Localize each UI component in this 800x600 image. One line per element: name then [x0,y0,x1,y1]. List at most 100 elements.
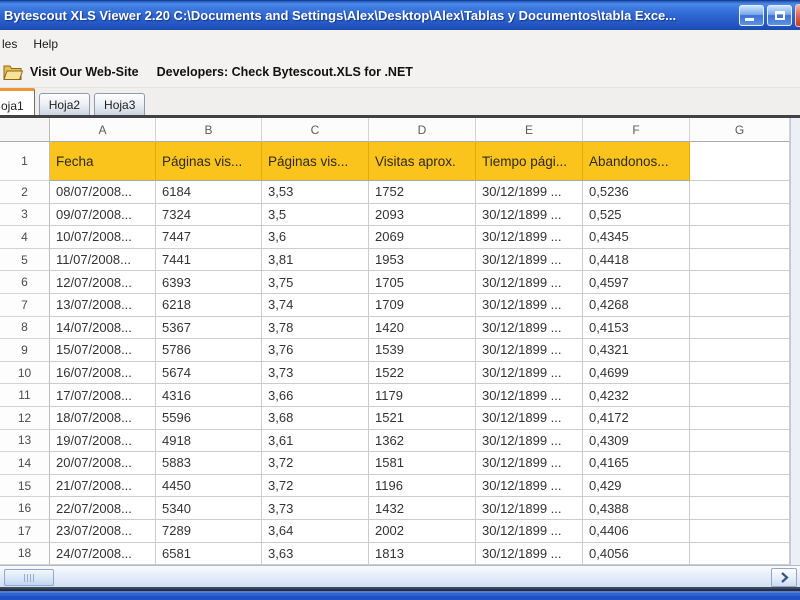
scroll-right-button[interactable] [771,568,797,587]
data-cell-D5[interactable]: 1953 [369,249,476,272]
data-cell-D11[interactable]: 1179 [369,384,476,407]
data-cell-C15[interactable]: 3,72 [262,475,369,498]
data-cell-E13[interactable]: 30/12/1899 ... [476,430,583,453]
row-number-15[interactable]: 15 [0,475,50,498]
data-cell-D15[interactable]: 1196 [369,475,476,498]
data-cell-D3[interactable]: 2093 [369,204,476,227]
header-cell-B1[interactable]: Páginas vis... [156,142,262,181]
data-cell-F12[interactable]: 0,4172 [583,407,690,430]
data-cell-A9[interactable]: 15/07/2008... [50,339,156,362]
data-cell-A12[interactable]: 18/07/2008... [50,407,156,430]
data-cell-D7[interactable]: 1709 [369,294,476,317]
close-button[interactable] [795,4,800,27]
data-cell-F5[interactable]: 0,4418 [583,249,690,272]
data-cell-A4[interactable]: 10/07/2008... [50,226,156,249]
sheet-tab-2[interactable]: Hoja2 [39,93,90,115]
data-cell-E17[interactable]: 30/12/1899 ... [476,520,583,543]
data-cell-A8[interactable]: 14/07/2008... [50,317,156,340]
data-cell-G11[interactable] [690,384,790,407]
data-cell-G10[interactable] [690,362,790,385]
data-cell-C2[interactable]: 3,53 [262,181,369,204]
data-cell-A16[interactable]: 22/07/2008... [50,497,156,520]
data-cell-E18[interactable]: 30/12/1899 ... [476,543,583,566]
data-cell-E15[interactable]: 30/12/1899 ... [476,475,583,498]
data-cell-E11[interactable]: 30/12/1899 ... [476,384,583,407]
data-cell-C3[interactable]: 3,5 [262,204,369,227]
data-cell-B12[interactable]: 5596 [156,407,262,430]
row-number-3[interactable]: 3 [0,204,50,227]
data-cell-B4[interactable]: 7447 [156,226,262,249]
data-cell-B9[interactable]: 5786 [156,339,262,362]
data-cell-E14[interactable]: 30/12/1899 ... [476,452,583,475]
data-cell-F4[interactable]: 0,4345 [583,226,690,249]
data-cell-B14[interactable]: 5883 [156,452,262,475]
developers-link[interactable]: Developers: Check Bytescout.XLS for .NET [157,65,413,79]
data-cell-F9[interactable]: 0,4321 [583,339,690,362]
data-cell-E16[interactable]: 30/12/1899 ... [476,497,583,520]
data-cell-D10[interactable]: 1522 [369,362,476,385]
data-cell-F15[interactable]: 0,429 [583,475,690,498]
data-cell-F11[interactable]: 0,4232 [583,384,690,407]
data-cell-G14[interactable] [690,452,790,475]
data-cell-C10[interactable]: 3,73 [262,362,369,385]
data-cell-G4[interactable] [690,226,790,249]
data-cell-F6[interactable]: 0,4597 [583,271,690,294]
data-cell-A17[interactable]: 23/07/2008... [50,520,156,543]
row-number-7[interactable]: 7 [0,294,50,317]
data-cell-E6[interactable]: 30/12/1899 ... [476,271,583,294]
data-cell-G6[interactable] [690,271,790,294]
data-cell-G17[interactable] [690,520,790,543]
data-cell-A2[interactable]: 08/07/2008... [50,181,156,204]
data-cell-G3[interactable] [690,204,790,227]
column-header-E[interactable]: E [476,118,583,142]
data-cell-C7[interactable]: 3,74 [262,294,369,317]
scrollbar-thumb[interactable] [4,569,54,586]
data-cell-C5[interactable]: 3,81 [262,249,369,272]
data-cell-G12[interactable] [690,407,790,430]
data-cell-B2[interactable]: 6184 [156,181,262,204]
minimize-button[interactable] [739,5,764,26]
row-number-11[interactable]: 11 [0,384,50,407]
data-cell-D14[interactable]: 1581 [369,452,476,475]
data-cell-B17[interactable]: 7289 [156,520,262,543]
menu-item-files[interactable]: les [0,30,25,57]
data-cell-D12[interactable]: 1521 [369,407,476,430]
data-cell-C16[interactable]: 3,73 [262,497,369,520]
header-cell-F1[interactable]: Abandonos... [583,142,690,181]
data-cell-B8[interactable]: 5367 [156,317,262,340]
data-cell-G15[interactable] [690,475,790,498]
row-number-12[interactable]: 12 [0,407,50,430]
row-number-4[interactable]: 4 [0,226,50,249]
header-cell-A1[interactable]: Fecha [50,142,156,181]
data-cell-D4[interactable]: 2069 [369,226,476,249]
data-cell-C18[interactable]: 3,63 [262,543,369,566]
row-number-1[interactable]: 1 [0,142,50,181]
data-cell-E4[interactable]: 30/12/1899 ... [476,226,583,249]
data-cell-C8[interactable]: 3,78 [262,317,369,340]
data-cell-E7[interactable]: 30/12/1899 ... [476,294,583,317]
row-number-5[interactable]: 5 [0,249,50,272]
data-cell-B11[interactable]: 4316 [156,384,262,407]
column-header-D[interactable]: D [369,118,476,142]
data-cell-A6[interactable]: 12/07/2008... [50,271,156,294]
vertical-scrollbar[interactable] [790,118,800,565]
row-number-14[interactable]: 14 [0,452,50,475]
data-cell-B5[interactable]: 7441 [156,249,262,272]
data-cell-C6[interactable]: 3,75 [262,271,369,294]
data-cell-E5[interactable]: 30/12/1899 ... [476,249,583,272]
data-cell-E12[interactable]: 30/12/1899 ... [476,407,583,430]
data-cell-F2[interactable]: 0,5236 [583,181,690,204]
data-cell-E2[interactable]: 30/12/1899 ... [476,181,583,204]
open-folder-icon[interactable] [3,64,23,81]
data-cell-A14[interactable]: 20/07/2008... [50,452,156,475]
data-cell-A13[interactable]: 19/07/2008... [50,430,156,453]
data-cell-F13[interactable]: 0,4309 [583,430,690,453]
data-cell-D17[interactable]: 2002 [369,520,476,543]
data-cell-E10[interactable]: 30/12/1899 ... [476,362,583,385]
data-cell-A3[interactable]: 09/07/2008... [50,204,156,227]
column-header-F[interactable]: F [583,118,690,142]
data-cell-F3[interactable]: 0,525 [583,204,690,227]
data-cell-C4[interactable]: 3,6 [262,226,369,249]
header-cell-D1[interactable]: Visitas aprox. [369,142,476,181]
data-cell-B7[interactable]: 6218 [156,294,262,317]
